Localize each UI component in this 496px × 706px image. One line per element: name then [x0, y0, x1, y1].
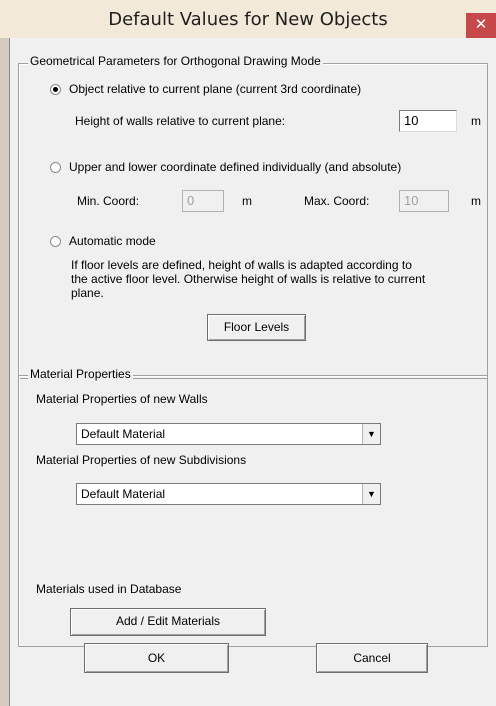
walls-material-value: Default Material [81, 427, 166, 441]
auto-description-line-1: If floor levels are defined, height of w… [71, 258, 412, 272]
auto-description-line-3: plane. [71, 286, 104, 300]
radio-selected-dot [53, 87, 58, 92]
dialog-client-area: Geometrical Parameters for Orthogonal Dr… [10, 38, 496, 706]
title-bar[interactable]: Default Values for New Objects ✕ [0, 0, 496, 38]
radio-automatic[interactable] [50, 236, 61, 247]
materials-group-legend: Material Properties [28, 367, 133, 381]
close-button[interactable]: ✕ [466, 13, 496, 38]
subdivisions-material-value: Default Material [81, 487, 166, 501]
max-coord-label: Max. Coord: [304, 194, 370, 208]
geometry-group-legend: Geometrical Parameters for Orthogonal Dr… [28, 54, 323, 68]
min-coord-label: Min. Coord: [77, 194, 140, 208]
max-coord-unit: m [471, 194, 481, 208]
ok-button[interactable]: OK [84, 643, 229, 673]
add-edit-materials-button[interactable]: Add / Edit Materials [70, 608, 266, 636]
max-coord-input[interactable]: 10 [399, 190, 449, 212]
cancel-button[interactable]: Cancel [316, 643, 428, 673]
radio-absolute[interactable] [50, 162, 61, 173]
radio-relative-label[interactable]: Object relative to current plane (curren… [69, 82, 361, 96]
height-input[interactable]: 10 [399, 110, 457, 132]
radio-automatic-label[interactable]: Automatic mode [69, 234, 156, 248]
chevron-down-icon[interactable]: ▼ [362, 484, 380, 504]
subdivisions-material-select[interactable]: Default Material ▼ [76, 483, 381, 505]
height-label: Height of walls relative to current plan… [75, 114, 286, 128]
radio-absolute-label[interactable]: Upper and lower coordinate defined indiv… [69, 160, 401, 174]
walls-material-select[interactable]: Default Material ▼ [76, 423, 381, 445]
chevron-down-icon[interactable]: ▼ [362, 424, 380, 444]
database-materials-label: Materials used in Database [36, 582, 182, 596]
floor-levels-button[interactable]: Floor Levels [207, 314, 306, 341]
height-unit: m [471, 114, 481, 128]
dialog-title: Default Values for New Objects [108, 9, 388, 30]
auto-description-line-2: the active floor level. Otherwise height… [71, 272, 426, 286]
close-icon: ✕ [474, 16, 488, 33]
min-coord-unit: m [242, 194, 252, 208]
walls-material-label: Material Properties of new Walls [36, 392, 208, 406]
radio-relative[interactable] [50, 84, 61, 95]
subdivisions-material-label: Material Properties of new Subdivisions [36, 453, 247, 467]
min-coord-input[interactable]: 0 [182, 190, 224, 212]
materials-group [18, 375, 488, 647]
